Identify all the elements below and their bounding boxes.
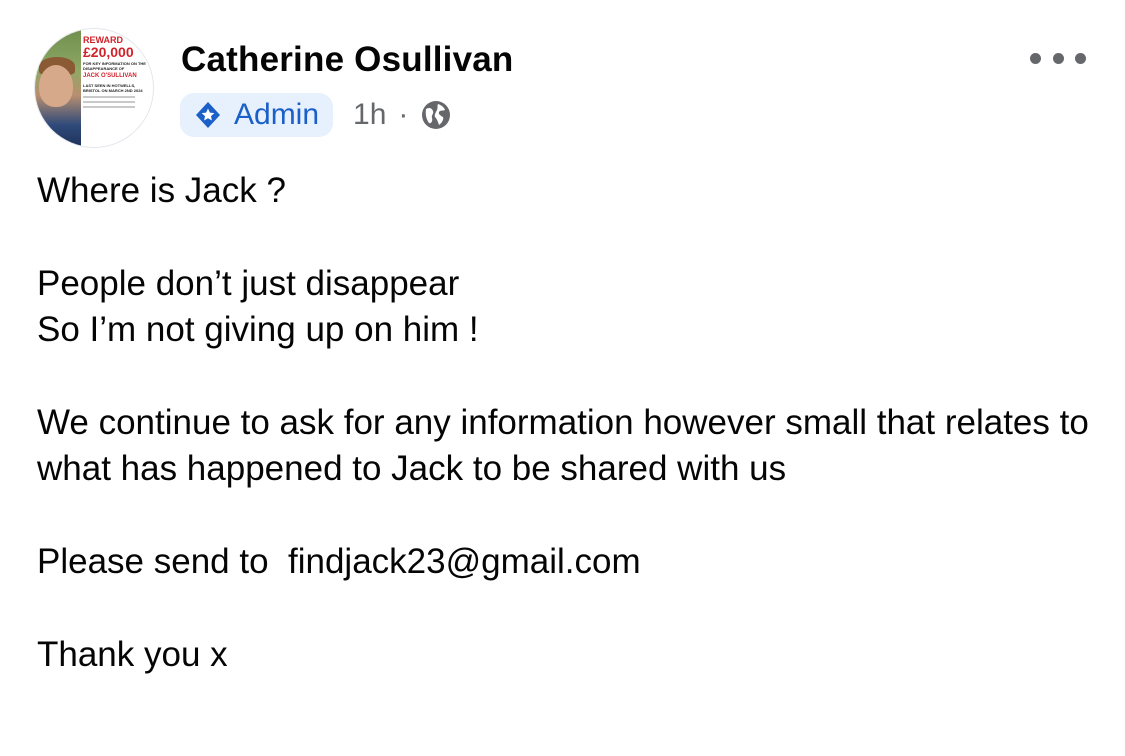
admin-badge-label: Admin	[234, 98, 320, 131]
post-meta: Admin 1h ·	[180, 92, 452, 138]
meta-separator: ·	[398, 98, 409, 131]
post-text-line: So I’m not giving up on him !	[37, 310, 479, 349]
reward-seen: LAST SEEN IN HOTWELLS, BRISTOL ON MARCH …	[83, 83, 143, 93]
post-text-line: Thank you x	[37, 635, 228, 674]
author-name[interactable]: Catherine Osullivan	[181, 40, 514, 80]
post-text-line: Please send to findjack23@gmail.com	[37, 542, 641, 581]
fine-print	[83, 96, 135, 98]
admin-badge[interactable]: Admin	[180, 93, 334, 137]
post-text-line: We continue to ask for any information h…	[37, 403, 1099, 488]
reward-info: FOR KEY INFORMATION ON THE DISAPPEARANCE…	[83, 61, 146, 71]
fine-print	[83, 101, 135, 103]
reward-name: JACK O'SULLIVAN	[83, 73, 137, 79]
reward-amount: £20,000	[83, 44, 134, 60]
more-options-button[interactable]	[1030, 44, 1086, 72]
globe-icon[interactable]	[420, 99, 452, 131]
post-text-line: Where is Jack ?	[37, 171, 286, 210]
fine-print	[83, 106, 135, 108]
more-dot	[1030, 52, 1041, 64]
post-body: Where is Jack ? People don’t just disapp…	[37, 168, 1112, 678]
avatar[interactable]: REWARD £20,000 FOR KEY INFORMATION ON TH…	[34, 28, 154, 148]
reward-poster: REWARD £20,000 FOR KEY INFORMATION ON TH…	[83, 33, 153, 108]
facebook-post: REWARD £20,000 FOR KEY INFORMATION ON TH…	[0, 0, 1125, 756]
post-text-line: People don’t just disappear	[37, 264, 460, 303]
more-dot	[1075, 52, 1086, 64]
post-timestamp[interactable]: 1h	[353, 98, 386, 132]
avatar-face	[39, 65, 73, 107]
admin-badge-icon	[196, 102, 220, 128]
more-dot	[1052, 52, 1064, 64]
